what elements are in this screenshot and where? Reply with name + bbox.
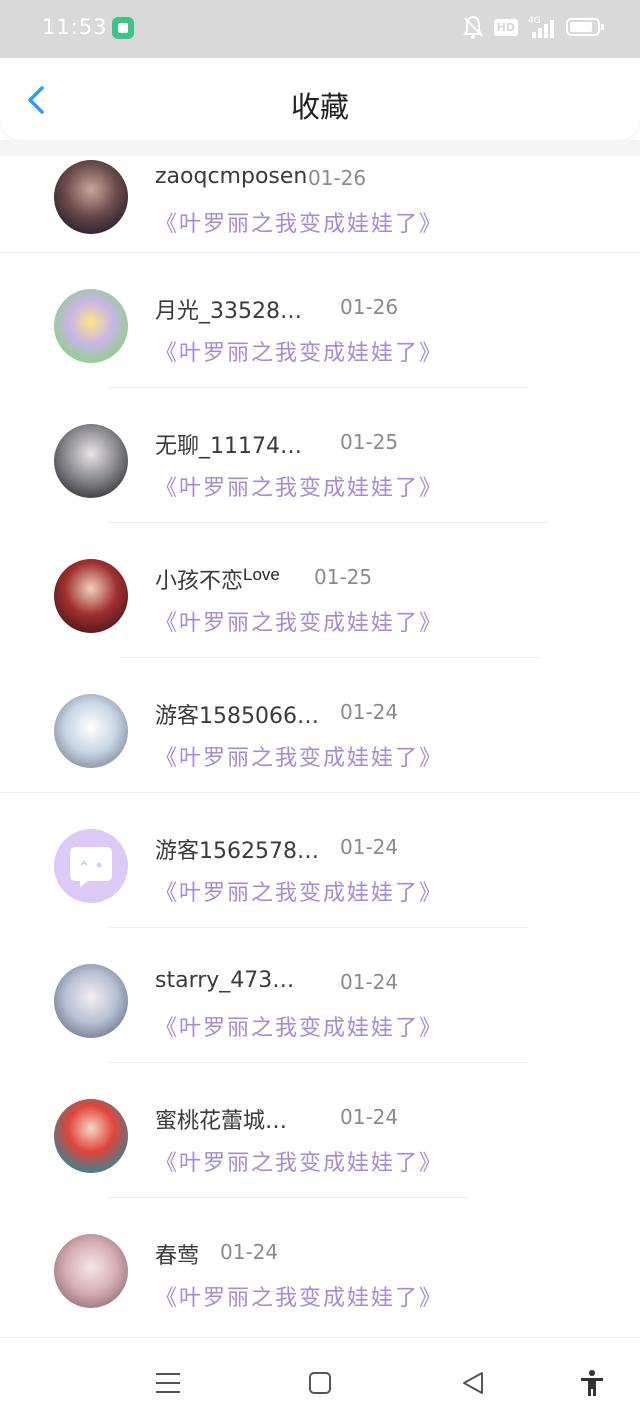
page-title: 收藏 (290, 90, 349, 124)
item-date: 01-25 (340, 430, 399, 454)
book-title[interactable]: 《叶罗丽之我变成娃娃了》 (155, 740, 443, 772)
favorites-list: zaoqcmposen 01-26 《叶罗丽之我变成娃娃了》 月光_33528…… (0, 156, 640, 1333)
item-date: 01-24 (220, 1240, 279, 1264)
hd-badge: HD (493, 18, 518, 36)
avatar[interactable] (54, 424, 128, 498)
list-item[interactable]: zaoqcmposen 01-26 《叶罗丽之我变成娃娃了》 (0, 156, 640, 253)
app-notification-icon (112, 17, 134, 39)
item-date: 01-25 (314, 565, 373, 589)
username: 游客1585066… (155, 704, 319, 729)
book-title[interactable]: 《叶罗丽之我变成娃娃了》 (155, 1010, 443, 1042)
accessibility-icon[interactable] (577, 1368, 607, 1398)
username: 小孩不恋Love (155, 563, 280, 595)
item-date: 01-26 (340, 295, 399, 319)
network-label: 4G (528, 16, 541, 26)
list-item[interactable]: 春莺 01-24 《叶罗丽之我变成娃娃了》 (0, 1198, 640, 1333)
username: starry_473… (155, 968, 295, 993)
book-title[interactable]: 《叶罗丽之我变成娃娃了》 (155, 206, 443, 238)
avatar[interactable] (54, 829, 128, 903)
back-triangle-icon[interactable] (458, 1368, 488, 1398)
username: zaoqcmposen (155, 164, 308, 189)
username: 游客1562578… (155, 839, 319, 864)
avatar[interactable] (54, 694, 128, 768)
username: 月光_33528… (155, 299, 302, 324)
username: 蜜桃花蕾城… (155, 1109, 288, 1134)
battery-icon (566, 18, 604, 36)
list-item[interactable]: starry_473… 01-24 《叶罗丽之我变成娃娃了》 (0, 928, 640, 1063)
book-title[interactable]: 《叶罗丽之我变成娃娃了》 (155, 1280, 443, 1312)
list-item[interactable]: 蜜桃花蕾城… 01-24 《叶罗丽之我变成娃娃了》 (0, 1063, 640, 1198)
home-square-icon[interactable] (305, 1368, 335, 1398)
avatar[interactable] (54, 1234, 128, 1308)
chat-bubble-icon (70, 847, 112, 887)
book-title[interactable]: 《叶罗丽之我变成娃娃了》 (155, 470, 443, 502)
item-date: 01-24 (340, 970, 399, 994)
status-icons: HD 4G (462, 14, 604, 40)
avatar[interactable] (54, 559, 128, 633)
item-date: 01-24 (340, 835, 399, 859)
system-nav-bar (0, 1337, 640, 1422)
list-item[interactable]: 游客1585066… 01-24 《叶罗丽之我变成娃娃了》 (0, 658, 640, 793)
app-header: 收藏 (0, 58, 640, 140)
bell-off-icon (462, 15, 483, 39)
status-time: 11:53 (42, 15, 108, 39)
status-bar: 11:53 HD 4G (0, 0, 640, 58)
avatar[interactable] (54, 1099, 128, 1173)
item-date: 01-24 (340, 700, 399, 724)
item-date: 01-24 (340, 1105, 399, 1129)
list-item[interactable]: 小孩不恋Love 01-25 《叶罗丽之我变成娃娃了》 (0, 523, 640, 658)
menu-icon[interactable] (153, 1368, 183, 1398)
book-title[interactable]: 《叶罗丽之我变成娃娃了》 (155, 875, 443, 907)
header-divider (0, 140, 640, 156)
book-title[interactable]: 《叶罗丽之我变成娃娃了》 (155, 605, 443, 637)
item-date: 01-26 (308, 166, 367, 190)
username: 春莺 (155, 1244, 200, 1269)
list-item[interactable]: 月光_33528… 01-26 《叶罗丽之我变成娃娃了》 (0, 253, 640, 388)
avatar[interactable] (54, 160, 128, 234)
list-item[interactable]: 游客1562578… 01-24 《叶罗丽之我变成娃娃了》 (0, 793, 640, 928)
username: 无聊_11174… (155, 434, 302, 459)
username-text: 小孩不恋 (155, 569, 244, 594)
book-title[interactable]: 《叶罗丽之我变成娃娃了》 (155, 335, 443, 367)
list-item[interactable]: 无聊_11174… 01-25 《叶罗丽之我变成娃娃了》 (0, 388, 640, 523)
username-suffix: Love (243, 565, 280, 584)
avatar[interactable] (54, 964, 128, 1038)
signal-icon: 4G (528, 16, 554, 38)
book-title[interactable]: 《叶罗丽之我变成娃娃了》 (155, 1145, 443, 1177)
avatar[interactable] (54, 289, 128, 363)
